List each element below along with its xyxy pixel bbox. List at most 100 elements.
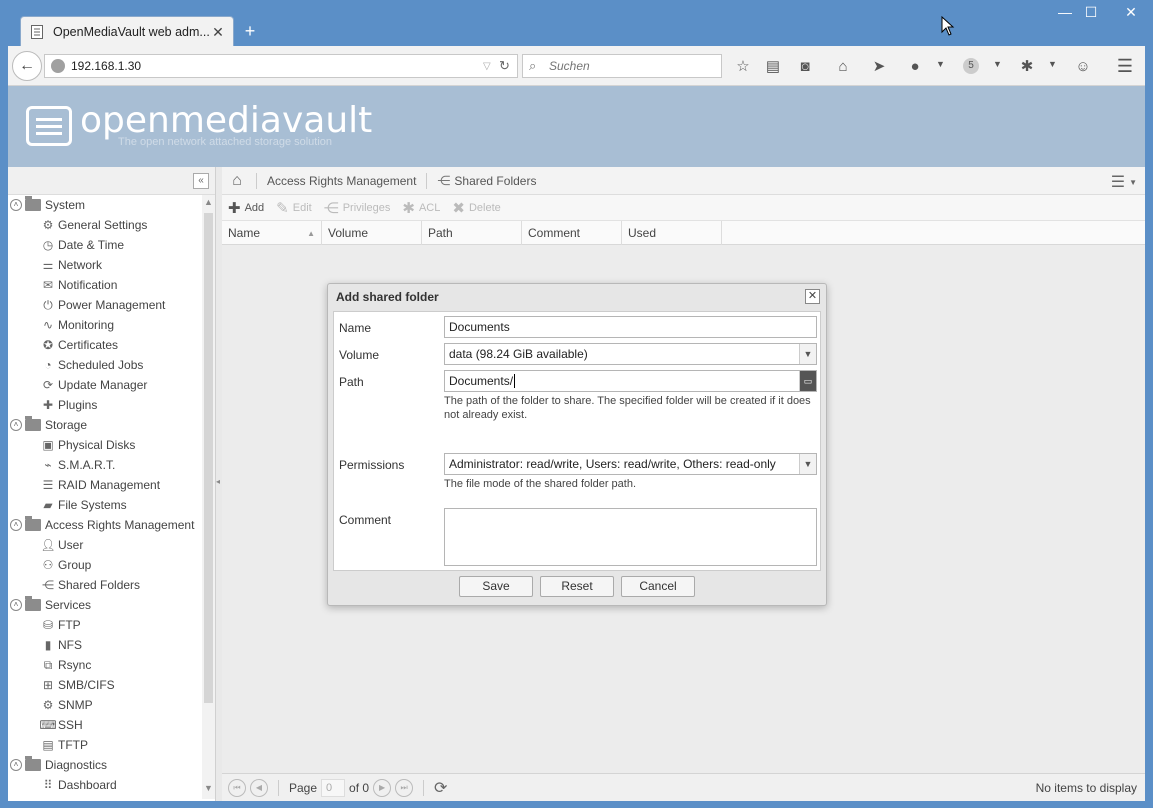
privileges-button[interactable]: ⋲ Privileges bbox=[324, 199, 391, 217]
nav-item-dashboard[interactable]: ⠿ Dashboard bbox=[8, 775, 202, 795]
chart-line-icon: ∿ bbox=[42, 318, 54, 332]
nav-category-services[interactable]: ˄ Services bbox=[8, 595, 202, 615]
search-input[interactable] bbox=[549, 59, 709, 73]
acl-button[interactable]: ✱ ACL bbox=[402, 199, 440, 217]
nav-item-smb-cifs[interactable]: ⊞ SMB/CIFS bbox=[8, 675, 202, 695]
splitter-arrow-icon[interactable]: ◂ bbox=[216, 477, 220, 486]
address-bar[interactable]: 192.168.1.30 ▽ ↻ bbox=[44, 54, 518, 78]
panel-menu-button[interactable]: ☰ ▼ bbox=[1111, 172, 1137, 192]
collapse-sidebar-button[interactable]: « bbox=[193, 173, 209, 189]
home-icon[interactable]: ⌂ bbox=[228, 172, 246, 190]
grid-toolbar: ✚ Add ✎ Edit ⋲ Privileges ✱ ACL ✖ Delete bbox=[222, 195, 1145, 221]
new-tab-button[interactable]: + bbox=[242, 21, 258, 41]
comment-textarea[interactable] bbox=[444, 508, 817, 566]
nav-item-certificates[interactable]: ✪ Certificates bbox=[8, 335, 202, 355]
nav-item-physical-disks[interactable]: ▣ Physical Disks bbox=[8, 435, 202, 455]
nav-item-file-systems[interactable]: ▰ File Systems bbox=[8, 495, 202, 515]
collapse-toggle-icon[interactable]: ˄ bbox=[10, 419, 22, 431]
nav-category-system[interactable]: ˄ System bbox=[8, 195, 202, 215]
column-header-comment[interactable]: Comment bbox=[522, 221, 622, 245]
dialog-close-icon[interactable]: ✕ bbox=[805, 289, 820, 304]
nav-category-storage[interactable]: ˄ Storage bbox=[8, 415, 202, 435]
collapse-toggle-icon[interactable]: ˄ bbox=[10, 759, 22, 771]
scrollbar-thumb[interactable] bbox=[204, 213, 213, 703]
prev-page-icon[interactable]: ◀ bbox=[250, 778, 268, 797]
nav-item-ftp[interactable]: ⛁ FTP bbox=[8, 615, 202, 635]
tab-close-icon[interactable]: ✕ bbox=[211, 24, 225, 41]
page-number-input[interactable] bbox=[321, 778, 346, 797]
last-page-icon[interactable]: ⏭ bbox=[395, 778, 414, 797]
nav-item-date-time[interactable]: ◷ Date & Time bbox=[8, 235, 202, 255]
scroll-up-icon[interactable]: ▲ bbox=[202, 197, 215, 211]
extension-dropdown-icon[interactable]: ▼ bbox=[1048, 59, 1057, 69]
badge-count-icon[interactable]: 5 bbox=[960, 55, 982, 77]
maximize-button[interactable]: ☐ bbox=[1076, 2, 1106, 24]
addon-icon[interactable]: ● bbox=[904, 55, 926, 77]
badge-dropdown-icon[interactable]: ▼ bbox=[993, 59, 1002, 69]
refresh-icon[interactable]: ⟳ bbox=[434, 778, 447, 798]
collapse-toggle-icon[interactable]: ˄ bbox=[10, 519, 22, 531]
chevron-down-icon[interactable]: ▼ bbox=[799, 454, 816, 474]
save-button[interactable]: Save bbox=[459, 576, 533, 597]
reset-button[interactable]: Reset bbox=[540, 576, 614, 597]
volume-select[interactable]: data (98.24 GiB available) ▼ bbox=[444, 343, 817, 365]
edit-button[interactable]: ✎ Edit bbox=[276, 199, 312, 217]
nav-item-general-settings[interactable]: ⚙ General Settings bbox=[8, 215, 202, 235]
nav-item-snmp[interactable]: ⚙ SNMP bbox=[8, 695, 202, 715]
nav-item-power-management[interactable]: ⏻ Power Management bbox=[8, 295, 202, 315]
nav-item-plugins[interactable]: ✚ Plugins bbox=[8, 395, 202, 415]
collapse-toggle-icon[interactable]: ˄ bbox=[10, 599, 22, 611]
nav-item-rsync[interactable]: ⧉ Rsync bbox=[8, 655, 202, 675]
sidebar-scrollbar[interactable]: ▲ ▼ bbox=[202, 195, 215, 799]
browser-tab[interactable]: OpenMediaVault web adm... ✕ bbox=[20, 16, 234, 47]
nav-item-smart[interactable]: ⌁ S.M.A.R.T. bbox=[8, 455, 202, 475]
chevron-down-icon[interactable]: ▼ bbox=[799, 344, 816, 364]
breadcrumb-section[interactable]: Access Rights Management bbox=[267, 174, 416, 188]
column-header-path[interactable]: Path bbox=[422, 221, 522, 245]
column-header-name[interactable]: Name ▲ bbox=[222, 221, 322, 245]
column-header-used[interactable]: Used bbox=[622, 221, 722, 245]
menu-lines-icon: ☰ bbox=[1110, 174, 1126, 191]
permissions-select[interactable]: Administrator: read/write, Users: read/w… bbox=[444, 453, 817, 475]
back-button[interactable]: ← bbox=[12, 51, 42, 81]
nav-item-update-manager[interactable]: ⟳ Update Manager bbox=[8, 375, 202, 395]
cancel-button[interactable]: Cancel bbox=[621, 576, 695, 597]
scroll-down-icon[interactable]: ▼ bbox=[202, 783, 215, 797]
addon-dropdown-icon[interactable]: ▼ bbox=[936, 59, 945, 69]
close-window-button[interactable]: ✕ bbox=[1112, 2, 1150, 24]
nav-item-ssh[interactable]: ⌨ SSH bbox=[8, 715, 202, 735]
next-page-icon[interactable]: ▶ bbox=[373, 778, 392, 797]
first-page-icon[interactable]: ⏮ bbox=[228, 778, 246, 797]
nav-category-access-rights[interactable]: ˄ Access Rights Management bbox=[8, 515, 202, 535]
nav-item-raid-management[interactable]: ☰ RAID Management bbox=[8, 475, 202, 495]
pocket-icon[interactable]: ◙ bbox=[794, 55, 816, 77]
nav-item-scheduled-jobs[interactable]: ◔ Scheduled Jobs bbox=[8, 355, 202, 375]
search-box[interactable]: ⌕ bbox=[522, 54, 722, 78]
hamburger-menu-icon[interactable]: ☰ bbox=[1114, 55, 1136, 77]
url-dropdown-icon[interactable]: ▽ bbox=[483, 61, 499, 72]
nav-category-diagnostics[interactable]: ˄ Diagnostics bbox=[8, 755, 202, 775]
nav-item-network[interactable]: ⚌ Network bbox=[8, 255, 202, 275]
path-field[interactable]: Documents/ ▭ bbox=[444, 370, 817, 392]
nav-item-user[interactable]: 👤︎ User bbox=[8, 535, 202, 555]
nav-item-shared-folders[interactable]: ⋲ Shared Folders bbox=[8, 575, 202, 595]
smiley-icon[interactable]: ☺ bbox=[1072, 55, 1094, 77]
column-header-volume[interactable]: Volume bbox=[322, 221, 422, 245]
name-field[interactable]: Documents bbox=[444, 316, 817, 338]
nav-item-tftp[interactable]: ▤ TFTP bbox=[8, 735, 202, 755]
send-icon[interactable]: ➤ bbox=[868, 55, 890, 77]
nav-item-group[interactable]: ⚇ Group bbox=[8, 555, 202, 575]
breadcrumb-page[interactable]: ⋲ Shared Folders bbox=[437, 173, 536, 189]
nav-item-monitoring[interactable]: ∿ Monitoring bbox=[8, 315, 202, 335]
extension-icon[interactable]: ✱ bbox=[1016, 55, 1038, 77]
reading-list-icon[interactable]: ▤ bbox=[762, 55, 784, 77]
nav-item-nfs[interactable]: ▮ NFS bbox=[8, 635, 202, 655]
home-icon[interactable]: ⌂ bbox=[832, 55, 854, 77]
folder-browse-icon[interactable]: ▭ bbox=[799, 371, 816, 391]
reload-icon[interactable]: ↻ bbox=[499, 58, 517, 74]
collapse-toggle-icon[interactable]: ˄ bbox=[10, 199, 22, 211]
nav-item-notification[interactable]: ✉ Notification bbox=[8, 275, 202, 295]
add-button[interactable]: ✚ Add bbox=[228, 199, 264, 217]
bookmark-star-icon[interactable]: ☆ bbox=[732, 55, 754, 77]
delete-button[interactable]: ✖ Delete bbox=[452, 199, 500, 217]
